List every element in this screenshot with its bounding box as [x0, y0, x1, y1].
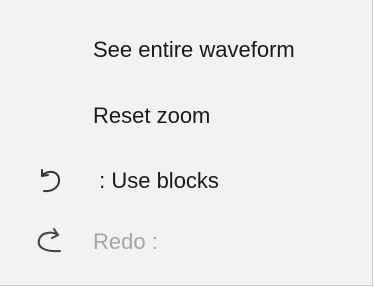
context-menu: See entire waveform Reset zoom : Use blo…	[0, 0, 373, 286]
menu-item-label: Reset zoom	[93, 103, 211, 128]
redo-icon	[32, 225, 66, 259]
menu-item-label: : Use blocks	[93, 168, 219, 193]
undo-icon	[32, 164, 66, 198]
menu-item-label: Redo :	[93, 229, 158, 254]
menu-item-redo[interactable]: Redo :	[0, 214, 372, 270]
menu-item-label: See entire waveform	[93, 37, 295, 62]
menu-item-reset-zoom[interactable]: Reset zoom	[0, 88, 372, 144]
menu-item-undo[interactable]: : Use blocks	[0, 153, 372, 209]
menu-item-see-entire-waveform[interactable]: See entire waveform	[0, 22, 372, 78]
